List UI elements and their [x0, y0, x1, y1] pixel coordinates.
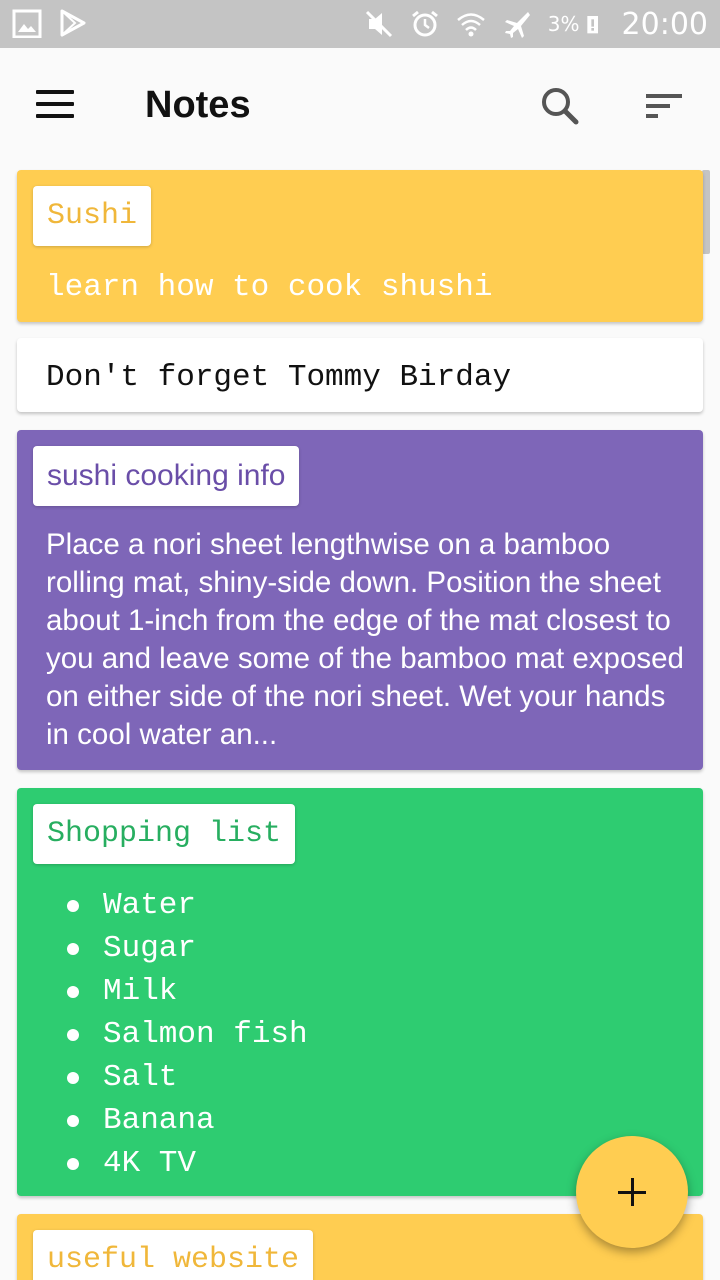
play-store-icon	[60, 9, 86, 37]
note-title: Sushi	[33, 186, 152, 246]
page-title: Notes	[145, 84, 251, 126]
shopping-list-items: Water Sugar Milk Salmon fish Salt Banana…	[63, 884, 308, 1185]
list-item: Salmon fish	[63, 1013, 308, 1056]
add-note-button[interactable]	[576, 1136, 688, 1248]
note-card-tommy-birday[interactable]: Don't forget Tommy Birday	[17, 338, 703, 412]
list-item: Milk	[63, 970, 308, 1013]
list-item: Sugar	[63, 927, 308, 970]
note-card-shopping-list[interactable]: Shopping list Water Sugar Milk Salmon fi…	[17, 788, 703, 1196]
mute-icon	[365, 10, 392, 38]
list-item: Banana	[63, 1099, 308, 1142]
list-item: Water	[63, 884, 308, 927]
list-item: Salt	[63, 1056, 308, 1099]
app-bar: Notes	[0, 48, 720, 164]
note-title: useful website	[33, 1230, 314, 1280]
note-card-sushi-cooking-info[interactable]: sushi cooking info Place a nori sheet le…	[17, 430, 703, 770]
list-item: 4K TV	[63, 1142, 308, 1185]
note-card-sushi[interactable]: Sushi learn how to cook shushi	[17, 170, 703, 322]
note-body: learn how to cook shushi	[46, 270, 493, 305]
note-body: Place a nori sheet lengthwise on a bambo…	[46, 528, 684, 751]
status-time: 20:00	[621, 6, 708, 42]
alarm-icon	[411, 10, 438, 37]
note-body: Don't forget Tommy Birday	[46, 360, 512, 395]
note-title: Shopping list	[33, 804, 296, 864]
search-icon[interactable]	[536, 82, 584, 130]
scrollbar[interactable]	[702, 170, 710, 254]
status-bar: 3% 20:00	[0, 0, 720, 48]
hamburger-menu-icon[interactable]	[28, 76, 84, 132]
battery-percent: 3%	[547, 12, 580, 36]
gallery-icon	[12, 9, 42, 38]
battery-low-icon	[586, 16, 598, 34]
sort-icon[interactable]	[640, 84, 688, 132]
wifi-icon	[456, 13, 485, 37]
note-title: sushi cooking info	[33, 446, 300, 506]
airplane-mode-icon	[504, 12, 530, 38]
notes-list[interactable]: Sushi learn how to cook shushi Don't for…	[0, 164, 720, 1280]
